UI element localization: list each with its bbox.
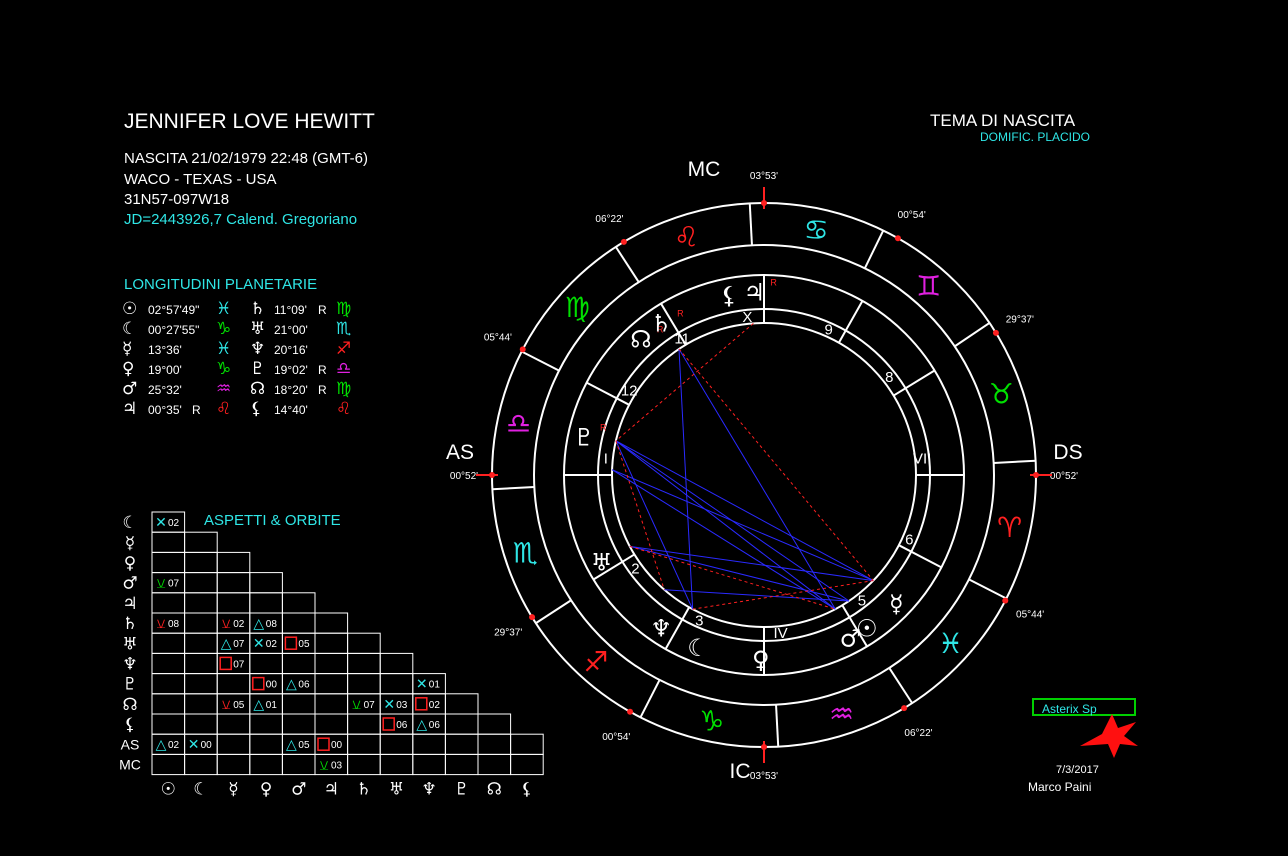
planet-icon: ♇ [573, 424, 595, 452]
retrograde-flag: R [600, 423, 607, 433]
zodiac-sign-icon: ♊ [916, 270, 941, 303]
cusp-degree: 03°53' [750, 771, 778, 782]
planet-icon: ♅ [591, 548, 613, 576]
house-number: 2 [631, 560, 639, 577]
zodiac-sign-icon: ♐ [583, 646, 608, 679]
house-number: X [742, 309, 752, 326]
as-label: AS [446, 441, 474, 464]
planet-icon: ☿ [889, 590, 904, 618]
cusp-degree: 00°52' [1050, 471, 1078, 482]
cusp-dot [519, 346, 526, 353]
astro-chart-page: JENNIFER LOVE HEWITT NASCITA 21/02/1979 … [0, 0, 1288, 856]
planet-icon: ♄ [650, 309, 672, 337]
house-number: I [604, 450, 608, 467]
sign-boundary [492, 486, 535, 491]
cusp-dot [992, 329, 999, 336]
wheel-ring [597, 308, 931, 642]
zodiac-sign-icon: ♍ [565, 291, 590, 324]
retrograde-flag: R [677, 308, 684, 318]
sign-boundary [521, 350, 560, 372]
cusp-degree: 00°54' [898, 210, 926, 221]
wheel-ring [611, 322, 917, 628]
retrograde-flag: R [770, 277, 777, 287]
aspect-line [611, 469, 836, 610]
zodiac-sign-icon: ♉ [989, 377, 1014, 410]
house-cusp [837, 300, 864, 344]
cusp-degree: 05°44' [1016, 610, 1044, 621]
house-number: 6 [905, 532, 913, 549]
house-number: 3 [695, 612, 703, 629]
house-number: 5 [858, 592, 866, 609]
house-number: 8 [885, 369, 893, 386]
ds-label: DS [1053, 441, 1082, 464]
sign-boundary [993, 459, 1036, 464]
chart-date: 7/3/2017 [1056, 764, 1099, 776]
aspect-line [615, 440, 874, 582]
sign-boundary [954, 322, 991, 348]
house-number: VII [913, 450, 931, 467]
sign-boundary [775, 704, 780, 747]
zodiac-sign-icon: ♈ [997, 511, 1022, 544]
house-number: 9 [824, 322, 832, 339]
cusp-degree: 06°22' [904, 728, 932, 739]
mc-label: MC [688, 158, 721, 181]
cusp-dot [627, 708, 634, 715]
sign-boundary [615, 246, 640, 283]
cusp-dot [1002, 597, 1009, 604]
aspect-line [629, 545, 850, 602]
cusp-dot [894, 235, 901, 242]
sign-boundary [888, 667, 913, 704]
cusp-degree: 29°37' [494, 628, 522, 639]
planet-icon: ☉ [856, 615, 878, 643]
cusp-dot [529, 614, 536, 621]
aspect-line [678, 348, 874, 581]
planet-icon: ⚸ [720, 281, 738, 309]
zodiac-sign-icon: ♏ [513, 537, 538, 570]
planet-icon: ♀ [752, 646, 770, 674]
aspect-line [615, 440, 836, 610]
zodiac-sign-icon: ♋ [804, 213, 829, 246]
sign-boundary [863, 230, 885, 269]
cusp-degree: 29°37' [1006, 314, 1034, 325]
cusp-degree: 03°53' [750, 171, 778, 182]
cusp-degree: 00°54' [602, 732, 630, 743]
sign-boundary [535, 599, 572, 624]
aspect-line [615, 440, 694, 610]
planet-icon: ♆ [650, 615, 672, 643]
sign-boundary [968, 578, 1007, 600]
planet-icon: ☊ [630, 325, 651, 353]
cusp-degree: 06°22' [595, 214, 623, 225]
cusp-dot [620, 238, 627, 245]
zodiac-sign-icon: ♒ [829, 698, 854, 731]
house-number: 12 [621, 383, 638, 400]
aspect-line [629, 545, 874, 582]
house-number: 11 [674, 331, 690, 348]
house-number: IV [774, 625, 788, 642]
zodiac-sign-icon: ♑ [699, 705, 724, 738]
author-name: Marco Paini [1028, 780, 1092, 794]
zodiac-sign-icon: ♓ [938, 627, 963, 660]
aspect-line [678, 348, 694, 610]
ic-label: IC [730, 760, 751, 783]
planet-icon: ♃ [744, 278, 766, 306]
aspect-line [678, 348, 836, 610]
aspect-line [611, 469, 874, 582]
sign-boundary [748, 203, 753, 246]
star-logo-icon [1080, 714, 1138, 758]
cusp-dot [901, 705, 908, 712]
cusp-degree: 00°52' [450, 471, 478, 482]
house-cusp [893, 369, 936, 397]
zodiac-sign-icon: ♎ [506, 407, 531, 440]
cusp-degree: 05°44' [484, 332, 512, 343]
zodiac-sign-icon: ♌ [674, 220, 699, 253]
sign-boundary [639, 679, 661, 718]
planet-icon: ☾ [687, 634, 709, 662]
